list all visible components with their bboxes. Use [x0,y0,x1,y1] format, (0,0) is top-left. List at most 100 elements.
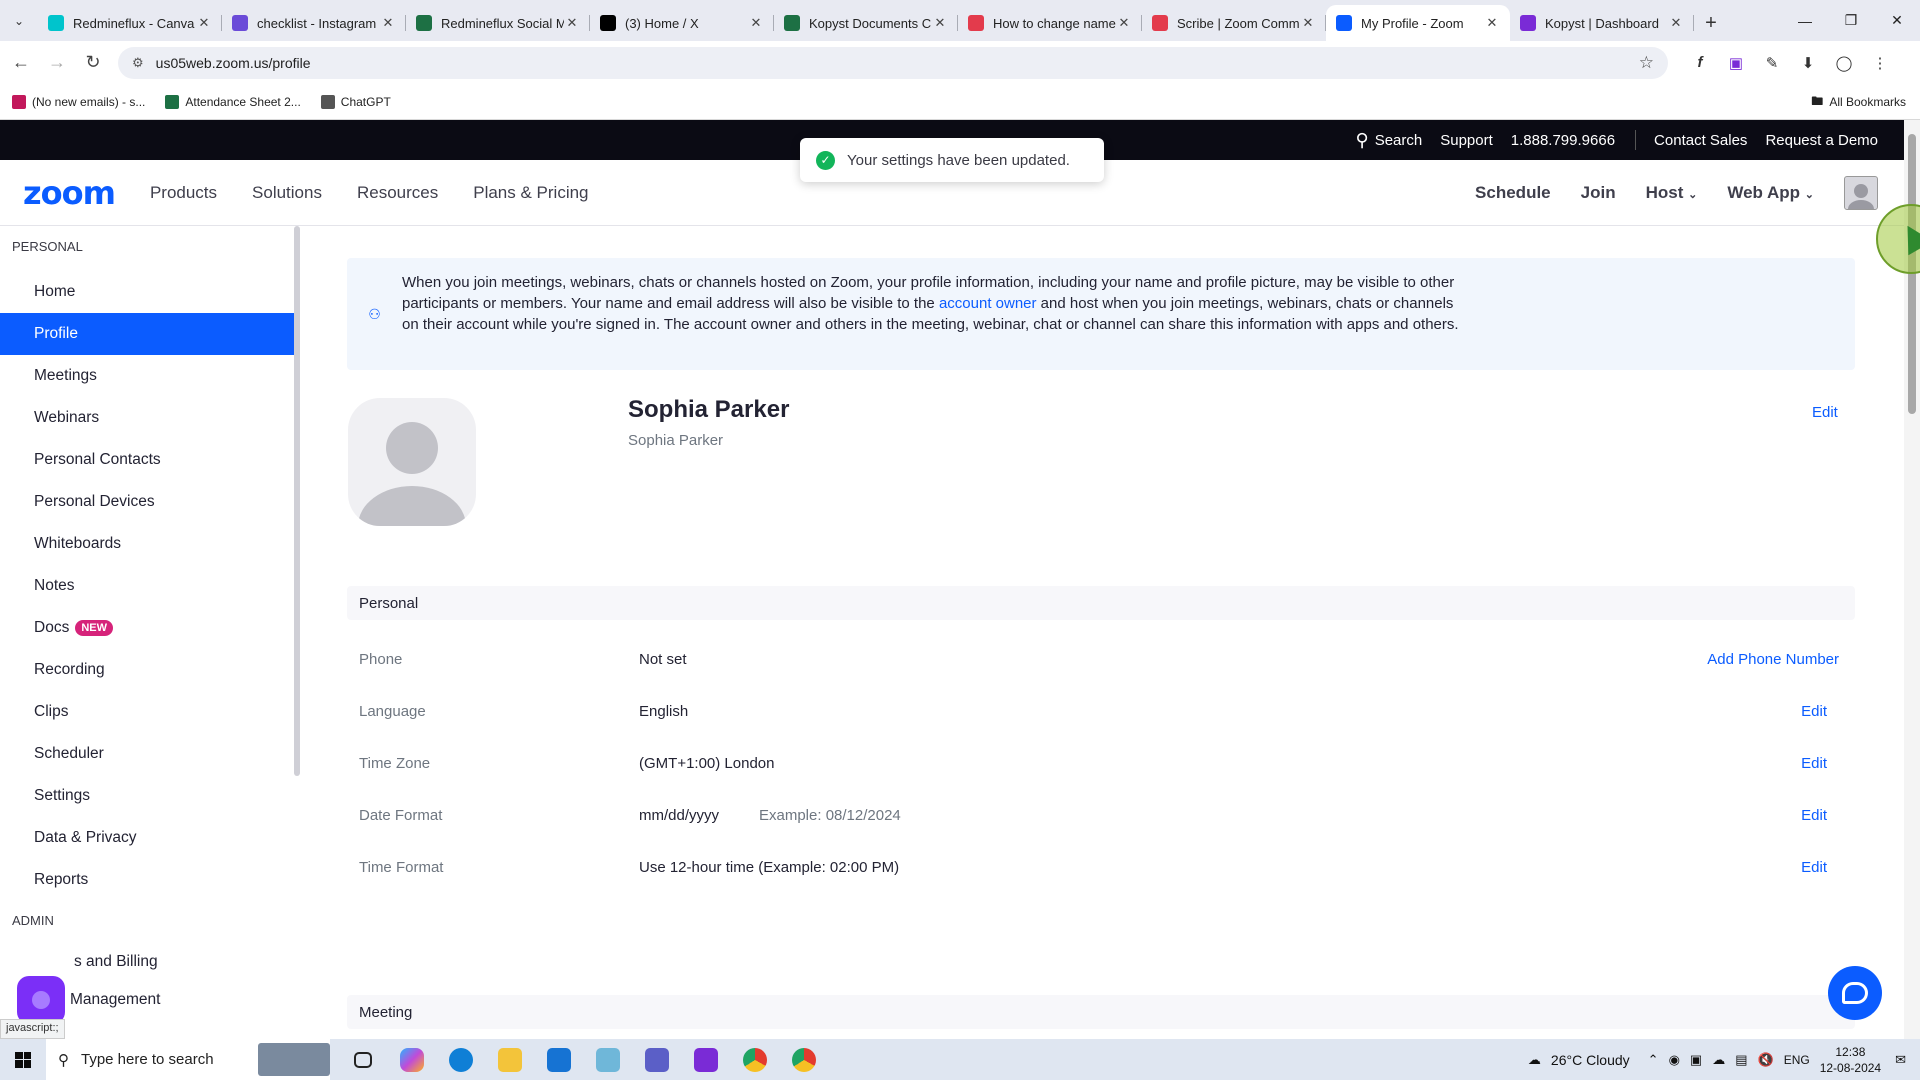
tab-close-icon[interactable]: ✕ [564,15,580,31]
mail-icon[interactable] [534,1039,583,1080]
browser-tab[interactable]: My Profile - Zoom ✕ [1326,5,1510,41]
tab-close-icon[interactable]: ✕ [1116,15,1132,31]
web-app-menu[interactable]: Web App ⌄ [1727,183,1814,203]
join-link[interactable]: Join [1581,183,1616,203]
record-icon[interactable]: ◉ [1669,1052,1680,1068]
volume-mute-icon[interactable]: 🔇 [1758,1052,1774,1068]
extension-kopyst-icon[interactable]: ▣ [1718,48,1754,78]
sidebar-item-personal-devices[interactable]: Personal Devices [0,481,294,523]
close-window-icon[interactable]: ✕ [1874,0,1920,41]
all-bookmarks[interactable]: 🖿 All Bookmarks [1811,84,1906,120]
scribe-extension-button[interactable] [17,976,65,1024]
file-explorer-icon[interactable] [485,1039,534,1080]
row-action-button[interactable]: Edit [1801,755,1827,772]
start-button[interactable] [0,1051,46,1068]
chrome-profile-icon[interactable] [779,1039,828,1080]
host-menu[interactable]: Host ⌄ [1646,183,1698,203]
row-action-button[interactable]: Edit [1801,859,1827,876]
onedrive-icon[interactable]: ☁ [1712,1052,1725,1068]
site-info-icon[interactable]: ⚙ [132,55,144,71]
tab-search-icon[interactable]: ⌄ [0,0,38,41]
row-action-button[interactable]: Add Phone Number [1707,651,1839,668]
restore-icon[interactable]: ❐ [1828,0,1874,41]
bookmark-star-icon[interactable]: ☆ [1639,53,1654,73]
sidebar-item-reports[interactable]: Reports [0,859,294,901]
notifications-icon[interactable]: ✉ [1895,1052,1906,1068]
scrollbar-thumb[interactable] [1908,134,1916,414]
sidebar-item-profile[interactable]: Profile [0,313,294,355]
task-view-icon[interactable] [338,1039,387,1080]
nav-menu-item[interactable]: Resources [357,183,438,203]
chrome-icon[interactable] [730,1039,779,1080]
taskbar-search[interactable]: ⚲ Type here to search [46,1039,330,1080]
copilot-icon[interactable] [387,1039,436,1080]
browser-tab[interactable]: Redmineflux - Canva ✕ [38,5,222,41]
weather-widget[interactable]: ☁ 26°C Cloudy [1528,1052,1630,1068]
reload-icon[interactable]: ↻ [78,48,108,78]
language-indicator[interactable]: ENG [1784,1053,1810,1067]
sidebar-item-personal-contacts[interactable]: Personal Contacts [0,439,294,481]
meet-now-icon[interactable]: ▣ [1690,1052,1702,1068]
tab-close-icon[interactable]: ✕ [380,15,396,31]
browser-tab[interactable]: Redmineflux Social M ✕ [406,5,590,41]
nav-menu-item[interactable]: Products [150,183,217,203]
schedule-link[interactable]: Schedule [1475,183,1551,203]
nav-menu-item[interactable]: Plans & Pricing [473,183,588,203]
tab-close-icon[interactable]: ✕ [748,15,764,31]
chevron-up-icon[interactable]: ⌃ [1648,1052,1659,1068]
support-link[interactable]: Support [1440,132,1493,149]
browser-tab[interactable]: Scribe | Zoom Comm ✕ [1142,5,1326,41]
phone-link[interactable]: 1.888.799.9666 [1511,132,1615,149]
clock[interactable]: 12:38 12-08-2024 [1820,1044,1881,1076]
browser-tab[interactable]: How to change name ✕ [958,5,1142,41]
back-icon[interactable]: ← [6,48,36,78]
row-action-button[interactable]: Edit [1801,807,1827,824]
sidebar-item-data-privacy[interactable]: Data & Privacy [0,817,294,859]
forward-icon[interactable]: → [42,48,72,78]
extension-f-icon[interactable]: f [1682,48,1718,78]
browser-menu-icon[interactable]: ⋮ [1862,48,1898,78]
request-demo-link[interactable]: Request a Demo [1765,132,1878,149]
tab-close-icon[interactable]: ✕ [1668,15,1684,31]
browser-tab[interactable]: Kopyst Documents Cr ✕ [774,5,958,41]
bookmark-item[interactable]: ChatGPT [320,94,391,109]
browser-tab[interactable]: Kopyst | Dashboard ✕ [1510,5,1694,41]
new-tab-button[interactable]: + [1694,5,1728,41]
profile-picture[interactable] [348,398,476,526]
sidebar-item-clips[interactable]: Clips [0,691,294,733]
sidebar-item-notes[interactable]: Notes [0,565,294,607]
tab-close-icon[interactable]: ✕ [1300,15,1316,31]
minimize-icon[interactable]: — [1782,0,1828,41]
browser-tab[interactable]: checklist - Instagram ✕ [222,5,406,41]
url-input[interactable]: ⚙ us05web.zoom.us/profile ☆ [118,46,1668,79]
tab-close-icon[interactable]: ✕ [196,15,212,31]
tab-close-icon[interactable]: ✕ [1484,15,1500,31]
teams-icon[interactable] [632,1039,681,1080]
sidebar-item-docs[interactable]: Docs NEW [0,607,294,649]
zoom-logo[interactable]: zoom [23,174,116,212]
kopyst-icon[interactable] [681,1039,730,1080]
sidebar-item-scheduler[interactable]: Scheduler [0,733,294,775]
sidebar-item-whiteboards[interactable]: Whiteboards [0,523,294,565]
sidebar-item-meetings[interactable]: Meetings [0,355,294,397]
downloads-icon[interactable]: ⬇ [1790,48,1826,78]
row-action-button[interactable]: Edit [1801,703,1827,720]
sidebar-item-recording[interactable]: Recording [0,649,294,691]
profile-avatar-icon[interactable]: ◯ [1826,48,1862,78]
tab-close-icon[interactable]: ✕ [932,15,948,31]
chat-support-button[interactable] [1828,966,1882,1020]
top-search-link[interactable]: ⚲ Search [1356,130,1423,151]
contact-sales-link[interactable]: Contact Sales [1654,132,1747,149]
edit-name-button[interactable]: Edit [1812,404,1838,421]
sidebar-item-settings[interactable]: Settings [0,775,294,817]
user-avatar-button[interactable] [1844,176,1878,210]
edge-icon[interactable] [436,1039,485,1080]
sidebar-item-home[interactable]: Home [0,271,294,313]
network-icon[interactable]: ▤ [1735,1052,1747,1068]
nav-menu-item[interactable]: Solutions [252,183,322,203]
sidebar-item-webinars[interactable]: Webinars [0,397,294,439]
app-icon[interactable] [583,1039,632,1080]
extensions-puzzle-icon[interactable]: ✎ [1754,48,1790,78]
bookmark-item[interactable]: Attendance Sheet 2... [165,94,301,109]
account-owner-link[interactable]: account owner [939,295,1037,312]
